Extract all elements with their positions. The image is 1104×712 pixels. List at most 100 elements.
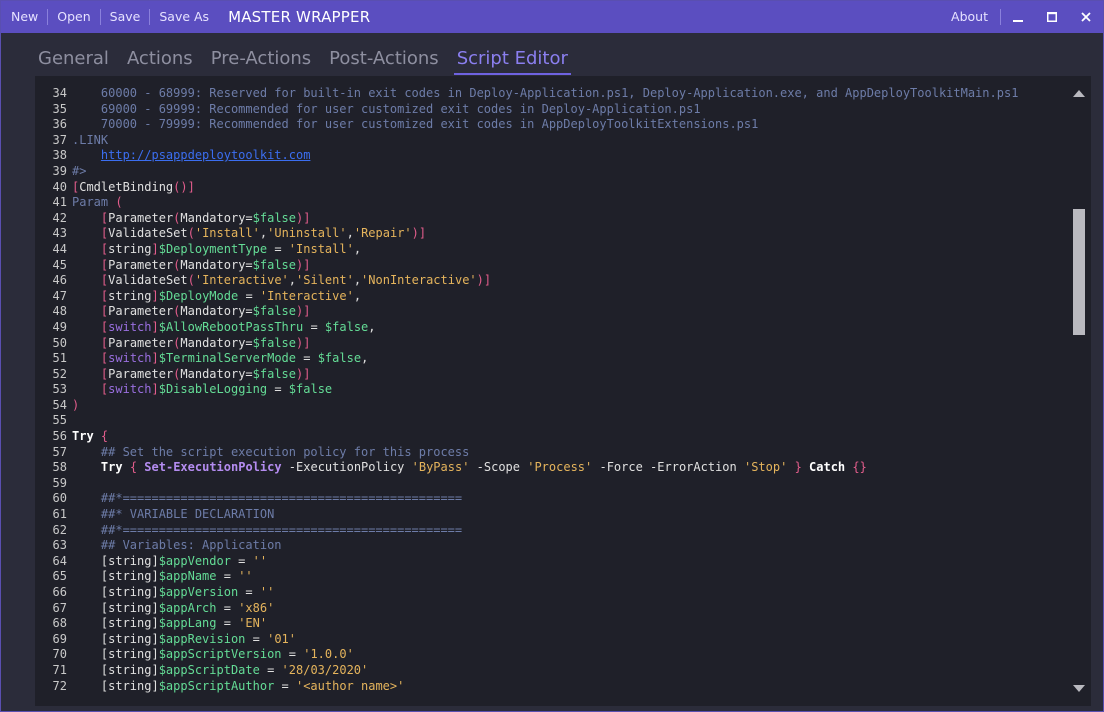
line-number: 59 [52,475,67,490]
tab-general[interactable]: General [35,45,112,73]
code-token: ] [151,319,159,334]
code-token: $appScriptVersion [158,647,282,662]
script-editor[interactable]: 34 60000 - 68999: Reserved for built-in … [35,76,1091,706]
open-button[interactable]: Open [48,9,101,25]
line-number: 69 [52,631,67,646]
code-line[interactable]: 69 [string]$appRevision = '01' [35,632,1055,648]
code-token: [string] [100,600,159,615]
code-line[interactable]: 68 [string]$appLang = 'EN' [35,616,1055,632]
code-line[interactable]: 70 [string]$appScriptVersion = '1.0.0' [35,647,1055,663]
code-line[interactable]: 46 [ValidateSet('Interactive','Silent','… [35,273,1055,289]
code-line[interactable]: 41 Param ( [35,195,1055,211]
code-area[interactable]: 34 60000 - 68999: Reserved for built-in … [35,86,1055,694]
maximize-icon[interactable] [1035,1,1069,33]
code-line[interactable]: 62 ##*==================================… [35,523,1055,539]
code-token: ] [151,241,159,256]
code-line[interactable]: 43 [ValidateSet('Install','Uninstall','R… [35,226,1055,242]
vertical-scrollbar[interactable] [1067,76,1091,706]
code-line[interactable]: 34 60000 - 68999: Reserved for built-in … [35,86,1055,102]
code-line[interactable]: 61 ##* VARIABLE DECLARATION [35,507,1055,523]
code-line[interactable]: 67 [string]$appArch = 'x86' [35,601,1055,617]
code-line[interactable]: 71 [string]$appScriptDate = '28/03/2020' [35,663,1055,679]
about-button[interactable]: About [939,9,1001,25]
code-line[interactable]: 35 69000 - 69999: Recommended for user c… [35,102,1055,118]
line-number: 68 [52,616,67,631]
code-link[interactable]: http://psappdeploytoolkit.com [101,148,311,162]
code-line[interactable]: 54) [35,398,1055,414]
save-as-button[interactable]: Save As [150,9,218,25]
code-line[interactable]: 49 [switch]$AllowRebootPassThru = $false… [35,320,1055,336]
code-token: = [230,553,253,568]
tab-bar: General Actions Pre-Actions Post-Actions… [35,45,583,75]
scrollbar-thumb[interactable] [1073,209,1085,335]
code-line[interactable]: 44 [string]$DeploymentType = 'Install', [35,242,1055,258]
code-line[interactable]: 72 [string]$appScriptAuthor = '<author n… [35,679,1055,695]
code-line[interactable]: 48 [Parameter(Mandatory=$false)] [35,304,1055,320]
code-line[interactable]: 56 Try { [35,429,1055,445]
line-number: 70 [52,647,67,662]
code-line[interactable]: 42 [Parameter(Mandatory=$false)] [35,211,1055,227]
line-number: 56 [52,429,67,444]
code-line[interactable]: 50 [Parameter(Mandatory=$false)] [35,336,1055,352]
code-line[interactable]: 55 [35,413,1055,429]
code-token: $appVersion [158,585,239,599]
tab-script-editor[interactable]: Script Editor [453,45,572,75]
code-line[interactable]: 65 [string]$appName = '' [35,569,1055,585]
code-text: [string]$DeploymentType = 'Install', [72,242,361,258]
code-token: $AllowRebootPassThru [158,319,304,334]
tab-actions[interactable]: Actions [124,45,196,73]
code-token: [string] [100,662,159,677]
line-number: 52 [52,366,67,381]
close-icon[interactable] [1069,1,1103,33]
code-token: 'Stop' [743,460,788,475]
code-text: ## Set the script execution policy for t… [72,445,469,461]
code-line[interactable]: 40 [CmdletBinding()] [35,180,1055,196]
code-line[interactable]: 47 [string]$DeployMode = 'Interactive', [35,289,1055,305]
code-line[interactable]: 60 ##*==================================… [35,491,1055,507]
code-line[interactable]: 63 ## Variables: Application [35,538,1055,554]
code-line[interactable]: 57 ## Set the script execution policy fo… [35,445,1055,461]
code-token: ] [151,382,159,397]
code-line[interactable]: 37 .LINK [35,133,1055,149]
code-text: [string]$appScriptVersion = '1.0.0' [72,647,354,663]
code-text: ##* VARIABLE DECLARATION [72,507,274,523]
tab-pre-actions[interactable]: Pre-Actions [208,45,314,73]
code-token: 'Install' [288,241,354,256]
code-line[interactable]: 36 70000 - 79999: Recommended for user c… [35,117,1055,133]
code-line[interactable]: 58 Try { Set-ExecutionPolicy -ExecutionP… [35,460,1055,476]
code-line[interactable]: 45 [Parameter(Mandatory=$false)] [35,258,1055,274]
line-number: 62 [52,522,67,537]
code-line[interactable]: 64 [string]$appVendor = '' [35,554,1055,570]
code-token: [string] [100,616,159,631]
code-token: )] [476,273,492,288]
code-line[interactable]: 59 [35,476,1055,492]
scroll-up-icon[interactable] [1073,88,1085,98]
code-line[interactable]: 66 [string]$appVersion = '' [35,585,1055,601]
scroll-down-icon[interactable] [1073,684,1085,694]
code-line[interactable]: 52 [Parameter(Mandatory=$false)] [35,367,1055,383]
code-line[interactable]: 53 [switch]$DisableLogging = $false [35,382,1055,398]
line-number: 57 [52,444,67,459]
tab-post-actions[interactable]: Post-Actions [326,45,442,73]
line-number: 66 [52,585,67,599]
code-line[interactable]: 39 #> [35,164,1055,180]
new-button[interactable]: New [1,9,49,25]
line-number: 54 [52,397,67,412]
line-number: 34 [52,86,67,100]
save-button[interactable]: Save [101,9,151,25]
line-number: 40 [52,179,67,194]
minimize-icon[interactable] [1001,1,1035,33]
code-token: switch [108,382,152,397]
code-line[interactable]: 38 http://psappdeploytoolkit.com [35,148,1055,164]
line-number: 53 [52,382,67,397]
code-line[interactable]: 51 [switch]$TerminalServerMode = $false, [35,351,1055,367]
